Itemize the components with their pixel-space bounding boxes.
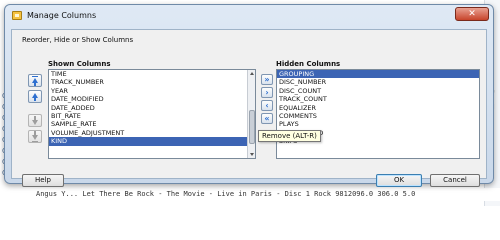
help-button[interactable]: Help bbox=[22, 174, 64, 187]
remove-tooltip: Remove (ALT-R) bbox=[258, 130, 321, 142]
move-to-bottom-button[interactable] bbox=[28, 130, 42, 143]
list-item[interactable]: DATE_MODIFIED bbox=[49, 95, 255, 103]
add-all-button[interactable]: » bbox=[261, 74, 273, 85]
hidden-columns-label: Hidden Columns bbox=[276, 60, 341, 68]
list-item[interactable]: TRACK_NUMBER bbox=[49, 78, 255, 86]
scroll-down-icon[interactable] bbox=[250, 153, 254, 156]
background-table-row[interactable]: Angus Y... Let There Be Rock - The Movie… bbox=[0, 188, 500, 201]
move-up-button[interactable] bbox=[28, 90, 42, 103]
list-item-selected[interactable]: KIND bbox=[49, 137, 255, 146]
scroll-up-icon[interactable] bbox=[250, 72, 254, 75]
close-icon: ✕ bbox=[468, 9, 476, 19]
hidden-columns-list[interactable]: GROUPING DISC_NUMBER DISC_COUNT TRACK_CO… bbox=[276, 69, 480, 159]
list-item[interactable]: TRACK_COUNT bbox=[277, 95, 479, 103]
add-all-icon: » bbox=[264, 75, 270, 84]
cancel-button[interactable]: Cancel bbox=[430, 174, 480, 187]
close-button[interactable]: ✕ bbox=[455, 7, 489, 21]
list-item[interactable]: VOLUME_ADJUSTMENT bbox=[49, 129, 255, 137]
list-item[interactable]: DISC_NUMBER bbox=[277, 78, 479, 86]
shown-list-scrollbar[interactable] bbox=[247, 70, 255, 158]
dialog-body: Reorder, Hide or Show Columns Shown Colu… bbox=[11, 29, 487, 187]
list-item[interactable]: BIT_RATE bbox=[49, 112, 255, 120]
add-button[interactable]: › bbox=[261, 87, 273, 98]
remove-all-icon: « bbox=[264, 114, 270, 123]
list-item[interactable]: COMMENTS bbox=[277, 112, 479, 120]
move-to-top-button[interactable] bbox=[28, 74, 42, 87]
shown-columns-label: Shown Columns bbox=[48, 60, 111, 68]
list-item[interactable]: DISC_COUNT bbox=[277, 87, 479, 95]
shown-columns-list[interactable]: TIME TRACK_NUMBER YEAR DATE_MODIFIED DAT… bbox=[48, 69, 256, 159]
dialog-titlebar[interactable]: Manage Columns ✕ bbox=[5, 5, 493, 27]
remove-icon: ‹ bbox=[265, 101, 269, 110]
manage-columns-dialog: Manage Columns ✕ Reorder, Hide or Show C… bbox=[4, 4, 494, 187]
app-icon bbox=[12, 11, 22, 20]
ok-button[interactable]: OK bbox=[376, 174, 422, 187]
list-item-selected[interactable]: GROUPING bbox=[277, 70, 479, 79]
remove-all-button[interactable]: « bbox=[261, 113, 273, 124]
list-item[interactable]: TIME bbox=[49, 70, 255, 78]
instruction-text: Reorder, Hide or Show Columns bbox=[22, 36, 134, 44]
list-item[interactable]: SAMPLE_RATE bbox=[49, 120, 255, 128]
list-item[interactable]: YEAR bbox=[49, 87, 255, 95]
list-item[interactable]: DATE_ADDED bbox=[49, 104, 255, 112]
list-item[interactable]: EQUALIZER bbox=[277, 104, 479, 112]
move-down-button[interactable] bbox=[28, 114, 42, 127]
remove-button[interactable]: ‹ bbox=[261, 100, 273, 111]
dialog-title: Manage Columns bbox=[27, 11, 97, 20]
scroll-thumb[interactable] bbox=[249, 110, 255, 144]
add-icon: › bbox=[265, 88, 269, 97]
list-item[interactable]: PLAYS bbox=[277, 120, 479, 128]
